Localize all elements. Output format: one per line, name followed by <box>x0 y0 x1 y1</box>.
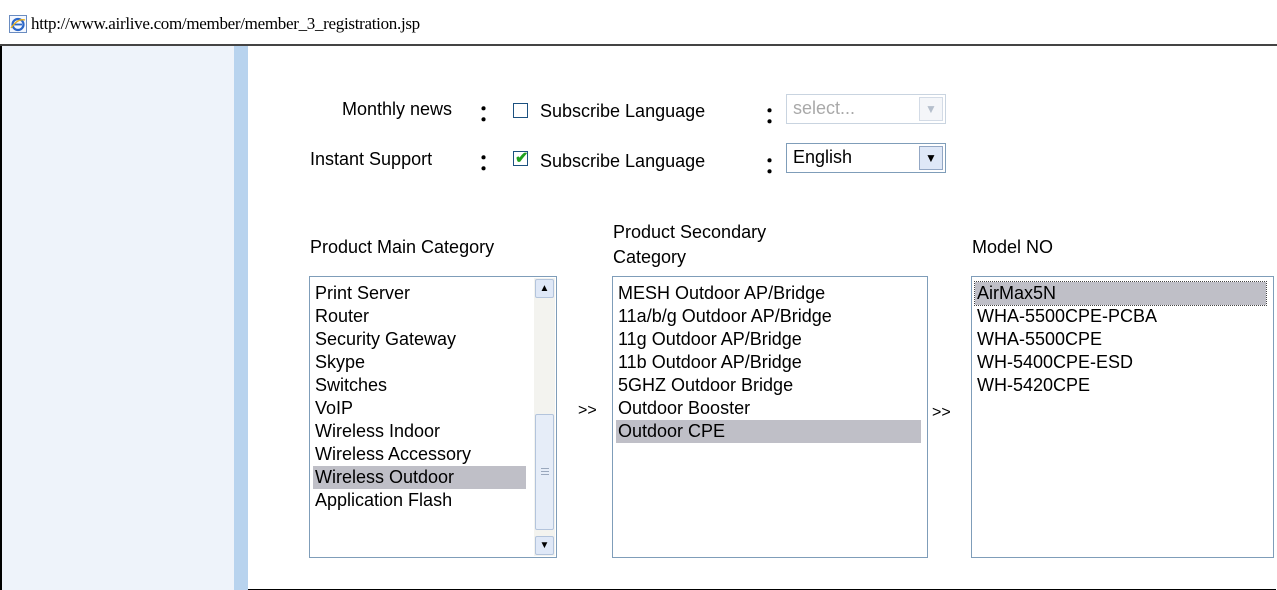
list-item[interactable]: Print Server <box>313 282 526 305</box>
chevron-down-icon[interactable]: ▼ <box>919 97 943 121</box>
list-item[interactable]: Outdoor Booster <box>616 397 921 420</box>
monthly-news-checkbox[interactable] <box>513 103 528 118</box>
list-item[interactable]: 11b Outdoor AP/Bridge <box>616 351 921 374</box>
list-item[interactable]: 11a/b/g Outdoor AP/Bridge <box>616 305 921 328</box>
url-text[interactable]: http://www.airlive.com/member/member_3_r… <box>31 14 420 34</box>
secondary-category-label-line2: Category <box>613 247 687 267</box>
checkmark-icon: ✔ <box>515 150 529 167</box>
instant-support-subscribe-label: Subscribe Language <box>540 151 706 171</box>
instant-support-label: Instant Support <box>310 149 433 169</box>
list-item[interactable]: 11g Outdoor AP/Bridge <box>616 328 921 351</box>
list-item[interactable]: WH-5420CPE <box>975 374 1266 397</box>
chevron-down-icon[interactable]: ▼ <box>919 146 943 170</box>
main-category-scrollbar[interactable]: ▲ ▼ <box>534 278 555 556</box>
secondary-category-label-line1: Product Secondary <box>613 222 767 242</box>
scroll-down-icon[interactable]: ▼ <box>535 536 554 555</box>
instant-support-language-select[interactable]: English ▼ <box>786 143 946 173</box>
instant-support-colon: ： <box>478 150 501 175</box>
main-category-label: Product Main Category <box>310 237 495 257</box>
model-label: Model NO <box>972 237 1054 257</box>
list-item[interactable]: Wireless Accessory <box>313 443 526 466</box>
main-category-listbox[interactable]: ▲ ▼ Print Server Router Security Gateway Sk… <box>309 276 557 558</box>
list-item[interactable]: 5GHZ Outdoor Bridge <box>616 374 921 397</box>
list-item[interactable]: Wireless Outdoor <box>313 466 526 489</box>
instant-support-lang-colon: ： <box>764 153 787 178</box>
ie-page-icon <box>9 15 27 33</box>
instant-support-language-value: English <box>793 147 853 167</box>
list-item[interactable]: MESH Outdoor AP/Bridge <box>616 282 921 305</box>
list-item[interactable]: Outdoor CPE <box>616 420 921 443</box>
sidebar-stripe <box>234 46 248 590</box>
monthly-news-subscribe-label: Subscribe Language <box>540 101 706 121</box>
monthly-news-language-value: select... <box>793 98 856 118</box>
model-listbox[interactable]: AirMax5N WHA-5500CPE-PCBA WHA-5500CPE WH-54… <box>971 276 1274 558</box>
monthly-news-colon: ： <box>478 101 501 126</box>
monthly-news-lang-colon: ： <box>764 103 787 128</box>
monthly-news-language-select[interactable]: select... ▼ <box>786 94 946 124</box>
secondary-category-listbox[interactable]: MESH Outdoor AP/Bridge 11a/b/g Outdoor AP… <box>612 276 928 558</box>
left-panel <box>2 46 234 590</box>
list-item[interactable]: AirMax5N <box>974 281 1267 306</box>
instant-support-checkbox[interactable]: ✔ <box>513 150 529 167</box>
list-item[interactable]: WHA-5500CPE-PCBA <box>975 305 1266 328</box>
arrow-to-secondary: >> <box>578 402 597 419</box>
address-bar[interactable]: http://www.airlive.com/member/member_3_r… <box>0 0 1277 46</box>
list-item[interactable]: Skype <box>313 351 526 374</box>
list-item[interactable]: Router <box>313 305 526 328</box>
list-item[interactable]: WH-5400CPE-ESD <box>975 351 1266 374</box>
list-item[interactable]: Security Gateway <box>313 328 526 351</box>
scroll-up-icon[interactable]: ▲ <box>535 279 554 298</box>
arrow-to-model: >> <box>932 404 951 421</box>
list-item[interactable]: VoIP <box>313 397 526 420</box>
list-item[interactable]: Wireless Indoor <box>313 420 526 443</box>
list-item[interactable]: Application Flash <box>313 489 526 512</box>
window-edge <box>0 46 2 590</box>
scroll-thumb[interactable] <box>535 414 554 530</box>
list-item[interactable]: WHA-5500CPE <box>975 328 1266 351</box>
monthly-news-label: Monthly news <box>342 99 453 119</box>
list-item[interactable]: Switches <box>313 374 526 397</box>
